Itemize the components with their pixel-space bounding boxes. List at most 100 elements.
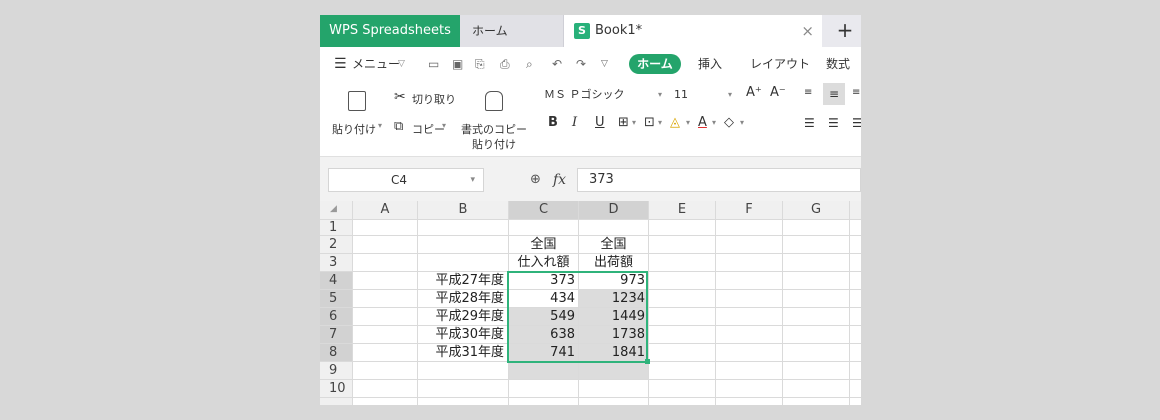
menu-button[interactable]: メニュー <box>352 51 400 77</box>
chevron-down-icon[interactable]: ▾ <box>632 113 636 133</box>
paste-button[interactable]: 貼り付け <box>332 121 376 137</box>
column-header-a[interactable]: A <box>353 201 417 219</box>
copy-icon[interactable]: ⧉ <box>394 119 403 134</box>
fill-color-icon[interactable]: ◬ <box>670 113 680 133</box>
cell-style-icon[interactable]: ⊡ <box>644 113 655 133</box>
column-header-d[interactable]: D <box>579 201 648 219</box>
ribbon-home: 貼り付け ▾ ✂ 切り取り ⧉ コピー ▾ 書式のコピー 貼り付け ＭＳ Ｐゴシ… <box>320 81 861 155</box>
selection-border <box>507 271 648 363</box>
chevron-down-icon[interactable]: ▾ <box>470 169 475 191</box>
row-header-3[interactable]: 3 <box>320 254 352 271</box>
font-size-value: 11 <box>674 88 688 101</box>
wps-window: WPS Spreadsheets ホーム S Book1* × + ☰ メニュー… <box>320 15 861 405</box>
align-middle-icon[interactable]: ≡ <box>823 83 845 105</box>
cell-c2[interactable]: 全国 <box>509 236 578 254</box>
align-top-icon[interactable]: ≡ <box>804 87 812 98</box>
decrease-font-icon[interactable]: A⁻ <box>770 85 786 100</box>
customize-dropdown-icon[interactable]: ▽ <box>601 51 608 77</box>
cell-c3[interactable]: 仕入れ額 <box>509 254 578 272</box>
format-painter-icon[interactable] <box>485 91 503 111</box>
cell-d2[interactable]: 全国 <box>579 236 648 254</box>
tab-book1[interactable]: S Book1* × <box>564 15 822 47</box>
row-header-1[interactable]: 1 <box>320 220 352 235</box>
column-header-f[interactable]: F <box>716 201 782 219</box>
column-header-e[interactable]: E <box>649 201 715 219</box>
align-bottom-icon[interactable]: ≡ <box>852 87 860 98</box>
chevron-down-icon[interactable]: ▾ <box>658 113 662 133</box>
chevron-down-icon[interactable]: ▾ <box>740 113 744 133</box>
cell-b6[interactable]: 平成29年度 <box>418 308 508 326</box>
font-family-select[interactable]: ＭＳ Ｐゴシック ▾ <box>544 85 666 105</box>
cell-b8[interactable]: 平成31年度 <box>418 344 508 362</box>
font-size-select[interactable]: 11 ▾ <box>670 85 740 105</box>
chevron-down-icon[interactable]: ▽ <box>398 51 405 77</box>
column-header-b[interactable]: B <box>418 201 508 219</box>
spreadsheet-icon: S <box>574 23 590 39</box>
cut-icon[interactable]: ✂ <box>394 89 406 105</box>
italic-button[interactable]: I <box>572 113 577 133</box>
increase-font-icon[interactable]: A⁺ <box>746 85 762 100</box>
clear-format-icon[interactable]: ◇ <box>724 113 734 133</box>
preview-icon[interactable]: ⌕ <box>526 51 533 77</box>
open-icon[interactable]: ▭ <box>428 51 439 77</box>
row-header-7[interactable]: 7 <box>320 326 352 343</box>
row-header-9[interactable]: 9 <box>320 362 352 379</box>
copy-dropdown-icon[interactable]: ▾ <box>442 121 446 130</box>
tab-home[interactable]: ホーム <box>460 15 564 47</box>
select-all-corner[interactable]: ◢ <box>330 204 337 214</box>
tab-bar: WPS Spreadsheets ホーム S Book1* × + <box>320 15 861 47</box>
font-color-icon[interactable]: A <box>698 113 707 133</box>
name-box[interactable]: C4 ▾ <box>328 168 484 192</box>
spreadsheet-grid: ◢ A B C D E F G 1 2 3 4 5 6 7 8 9 10 全国 … <box>320 201 861 405</box>
chevron-down-icon: ▾ <box>728 90 733 99</box>
format-painter-label[interactable]: 書式のコピー <box>461 121 527 137</box>
align-right-icon[interactable]: ☰ <box>852 113 861 133</box>
row-header-4[interactable]: 4 <box>320 272 352 289</box>
align-left-icon[interactable]: ☰ <box>804 113 815 133</box>
row-header-2[interactable]: 2 <box>320 236 352 253</box>
redo-icon[interactable]: ↷ <box>576 51 586 77</box>
tab-book1-label: Book1* <box>595 23 643 38</box>
column-header-c[interactable]: C <box>509 201 578 219</box>
fill-handle[interactable] <box>645 359 650 364</box>
cut-button[interactable]: 切り取り <box>412 91 456 107</box>
app-brand-tab[interactable]: WPS Spreadsheets <box>320 15 460 47</box>
borders-icon[interactable]: ⊞ <box>618 113 629 133</box>
name-box-value: C4 <box>391 173 408 187</box>
row-header-8[interactable]: 8 <box>320 344 352 361</box>
save-icon[interactable]: ▣ <box>452 51 463 77</box>
format-painter-label-2[interactable]: 貼り付け <box>472 136 516 152</box>
cell-b7[interactable]: 平成30年度 <box>418 326 508 344</box>
align-center-icon[interactable]: ☰ <box>828 113 839 133</box>
add-tab-button[interactable]: + <box>830 15 860 47</box>
underline-button[interactable]: U <box>595 113 605 133</box>
copy-button[interactable]: コピー <box>412 121 445 137</box>
ribbon-tab-home[interactable]: ホーム <box>629 54 681 74</box>
paste-dropdown-icon[interactable]: ▾ <box>378 121 382 130</box>
hamburger-icon[interactable]: ☰ <box>334 51 347 77</box>
row-header-6[interactable]: 6 <box>320 308 352 325</box>
row-header-10[interactable]: 10 <box>320 380 352 397</box>
zoom-icon[interactable]: ⊕ <box>530 168 541 192</box>
print-icon[interactable]: ⎙ <box>500 51 510 77</box>
chevron-down-icon[interactable]: ▾ <box>712 113 716 133</box>
cell-d3[interactable]: 出荷額 <box>579 254 648 272</box>
chevron-down-icon: ▾ <box>657 90 662 99</box>
export-icon[interactable]: ⎘ <box>475 51 485 77</box>
chevron-down-icon[interactable]: ▾ <box>686 113 690 133</box>
ribbon-tab-layout[interactable]: レイアウト <box>750 51 810 77</box>
column-header-g[interactable]: G <box>783 201 849 219</box>
formula-input[interactable]: 373 <box>577 168 861 192</box>
menu-row: ☰ メニュー ▽ ▭ ▣ ⎘ ⎙ ⌕ ↶ ↷ ▽ ホーム 挿入 レイアウト 数式 <box>320 51 861 77</box>
font-family-value: ＭＳ Ｐゴシック <box>544 88 625 101</box>
bold-button[interactable]: B <box>548 113 558 133</box>
ribbon-tab-formulas[interactable]: 数式 <box>826 51 850 77</box>
insert-function-icon[interactable]: fx <box>553 168 566 192</box>
undo-icon[interactable]: ↶ <box>552 51 562 77</box>
paste-icon[interactable] <box>348 91 366 111</box>
row-header-5[interactable]: 5 <box>320 290 352 307</box>
close-tab-icon[interactable]: × <box>801 15 814 47</box>
ribbon-tab-insert[interactable]: 挿入 <box>698 51 722 77</box>
cell-b5[interactable]: 平成28年度 <box>418 290 508 308</box>
cell-b4[interactable]: 平成27年度 <box>418 272 508 290</box>
